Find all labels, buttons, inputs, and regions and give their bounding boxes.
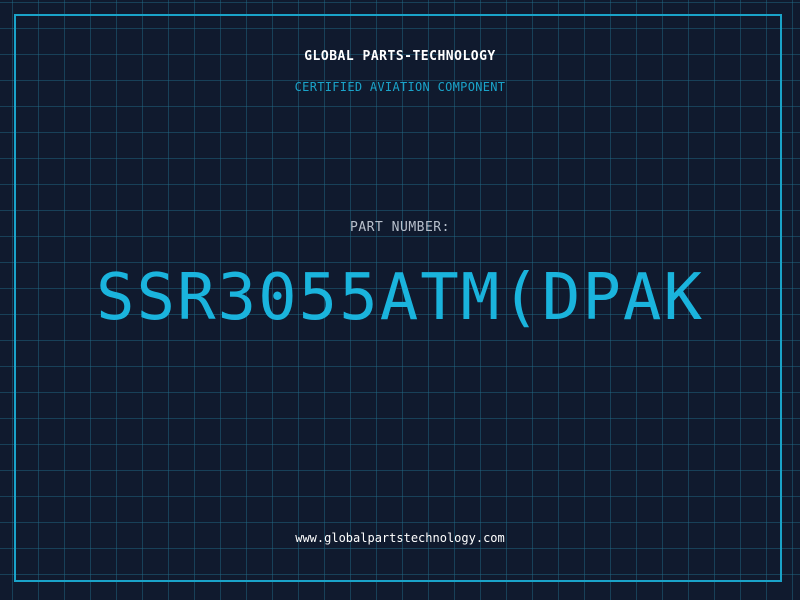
part-number-value: SSR3055ATM(DPAK: [96, 261, 704, 335]
grid-background: GLOBAL PARTS-TECHNOLOGY CERTIFIED AVIATI…: [0, 0, 800, 600]
part-number-label: PART NUMBER:: [350, 220, 450, 235]
company-name: GLOBAL PARTS-TECHNOLOGY: [304, 49, 496, 64]
certification-subtitle: CERTIFIED AVIATION COMPONENT: [294, 80, 506, 94]
website-url: www.globalpartstechnology.com: [295, 531, 505, 545]
